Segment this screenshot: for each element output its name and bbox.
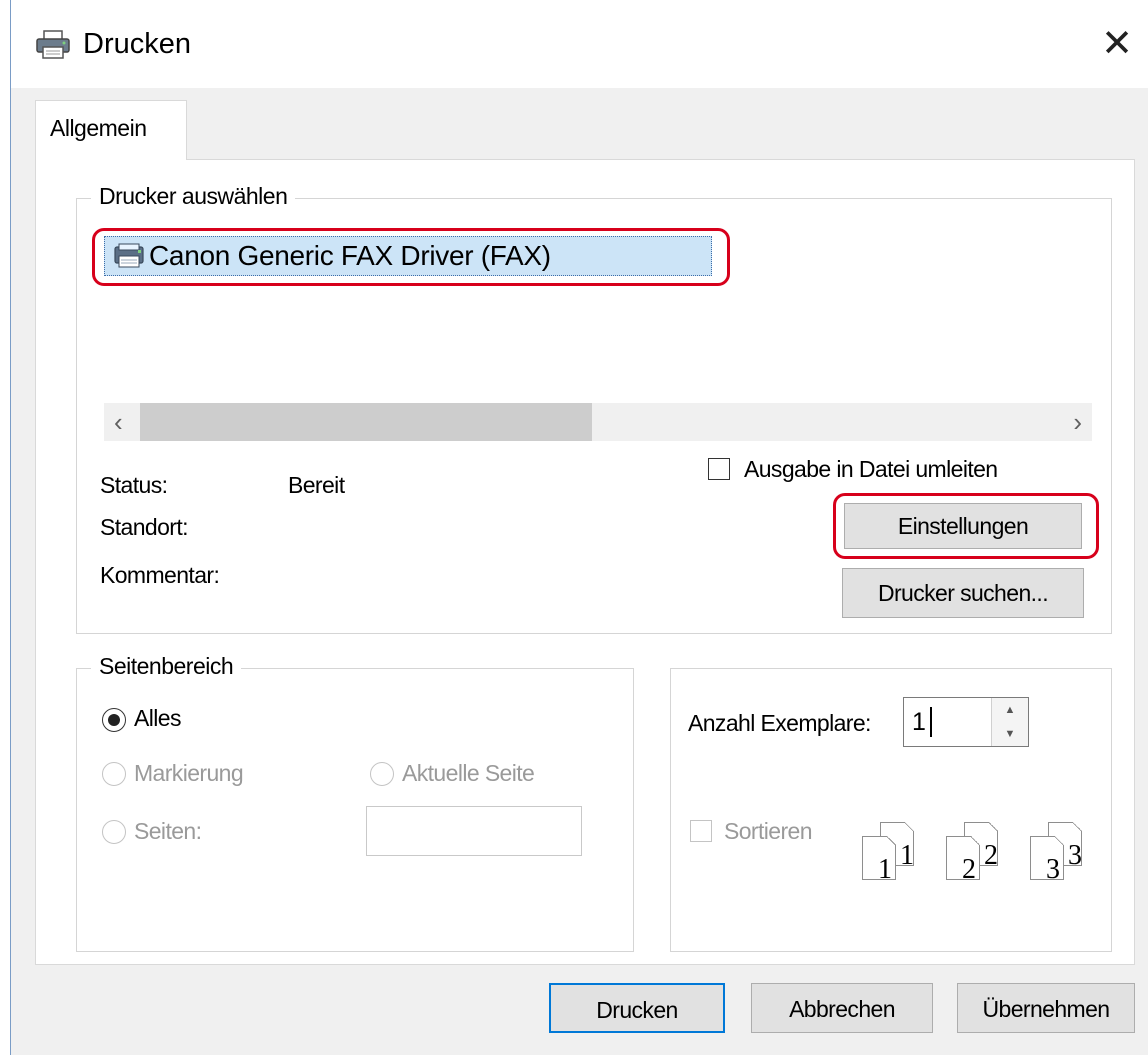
copies-spinbox[interactable]: 1 ▲ ▼ (903, 697, 1029, 747)
page-number: 2 (962, 854, 976, 885)
radio-pages-label: Seiten: (134, 818, 202, 844)
radio-selection-label: Markierung (134, 760, 244, 786)
printer-group-legend: Drucker auswählen (91, 183, 296, 210)
fax-printer-icon (114, 243, 144, 268)
print-dialog: Drucken ✕ Allgemein Drucker auswählen Ca… (10, 0, 1148, 1055)
spin-up-icon[interactable]: ▲ (992, 698, 1028, 722)
location-label: Standort: (100, 514, 189, 540)
printer-list-scrollbar[interactable]: ‹ › (104, 403, 1092, 441)
collate-label: Sortieren (724, 818, 813, 844)
find-printer-button[interactable]: Drucker suchen... (842, 568, 1084, 618)
print-button[interactable]: Drucken (549, 983, 725, 1033)
page-number: 1 (900, 840, 914, 871)
printer-icon (36, 30, 70, 59)
tab-general[interactable]: Allgemein (35, 100, 187, 160)
spin-arrows: ▲ ▼ (991, 698, 1028, 746)
spin-down-icon[interactable]: ▼ (992, 722, 1028, 746)
pages-input[interactable] (366, 806, 582, 856)
print-to-file-label: Ausgabe in Datei umleiten (744, 456, 998, 482)
page-range-legend: Seitenbereich (91, 653, 242, 680)
radio-pages[interactable] (102, 820, 126, 844)
title-bar: Drucken ✕ (11, 0, 1148, 88)
tab-general-label: Allgemein (50, 115, 147, 141)
status-value: Bereit (288, 472, 345, 498)
apply-button[interactable]: Übernehmen (957, 983, 1135, 1033)
close-button[interactable]: ✕ (1085, 14, 1148, 74)
copies-label: Anzahl Exemplare: (688, 710, 871, 736)
page-number: 3 (1068, 840, 1082, 871)
dialog-title: Drucken (83, 28, 191, 60)
settings-button[interactable]: Einstellungen (844, 503, 1082, 549)
radio-all-label: Alles (134, 705, 181, 731)
radio-selection[interactable] (102, 762, 126, 786)
page-number: 1 (878, 854, 892, 885)
general-tab-panel: Drucker auswählen Canon Generic FAX Driv… (35, 159, 1135, 965)
print-to-file-checkbox[interactable] (708, 458, 730, 480)
text-caret (930, 707, 932, 737)
collate-checkbox[interactable] (690, 820, 712, 842)
printer-name: Canon Generic FAX Driver (FAX) (149, 240, 551, 271)
printer-list-item[interactable]: Canon Generic FAX Driver (FAX) (104, 236, 712, 276)
radio-all[interactable] (102, 708, 126, 732)
copies-value: 1 (912, 708, 926, 736)
scroll-right-icon[interactable]: › (1073, 407, 1082, 438)
cancel-button[interactable]: Abbrechen (751, 983, 933, 1033)
page-number: 2 (984, 840, 998, 871)
scroll-left-icon[interactable]: ‹ (114, 407, 123, 438)
comment-label: Kommentar: (100, 562, 220, 588)
radio-current-page-label: Aktuelle Seite (402, 760, 535, 786)
status-label: Status: (100, 472, 168, 498)
page-number: 3 (1046, 854, 1060, 885)
scrollbar-thumb[interactable] (140, 403, 592, 441)
radio-current-page[interactable] (370, 762, 394, 786)
close-icon: ✕ (1101, 23, 1133, 65)
